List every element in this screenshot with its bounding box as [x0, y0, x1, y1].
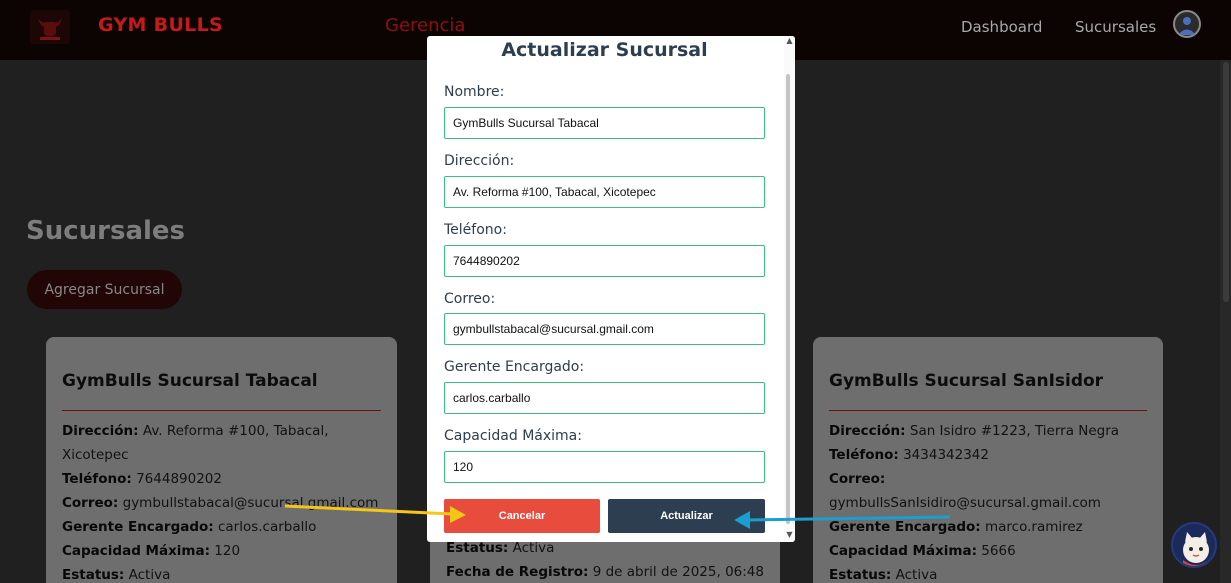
card-telefono-label: Teléfono:	[829, 447, 899, 463]
branch-card: GymBulls Sucursal Tabacal Dirección: Av.…	[46, 337, 397, 583]
card-gerente: Gerente Encargado: marco.ramirez	[829, 515, 1147, 539]
telefono-label: Teléfono:	[444, 222, 507, 238]
card-correo-value: gymbullstabacal@sucursal.gmail.com	[118, 495, 379, 511]
bull-logo-icon[interactable]	[30, 10, 70, 44]
card-telefono: Teléfono: 3434342342	[829, 443, 1147, 467]
card-direccion-value: San Isidro #1223, Tierra Negra	[905, 423, 1120, 439]
card-estatus-label: Estatus:	[62, 567, 125, 583]
telefono-input[interactable]	[444, 245, 765, 277]
gerente-input[interactable]	[444, 382, 765, 414]
capacidad-input[interactable]	[444, 451, 765, 483]
add-branch-button[interactable]: Agregar Sucursal	[27, 270, 182, 309]
card-correo: Correo:	[829, 467, 1147, 491]
branch-card: GymBulls Sucursal SanIsidor Dirección: S…	[813, 337, 1163, 583]
nombre-label: Nombre:	[444, 84, 505, 100]
correo-input[interactable]	[444, 313, 765, 345]
card-gerente-value: carlos.carballo	[213, 519, 317, 535]
card-estatus-value: Activa	[124, 567, 171, 583]
card-title: GymBulls Sucursal Tabacal	[62, 371, 318, 391]
card-gerente-label: Gerente Encargado:	[829, 519, 981, 535]
card-fecha-label: Fecha de Registro:	[446, 564, 589, 580]
card-correo: Correo: gymbullstabacal@sucursal.gmail.c…	[62, 491, 381, 515]
user-avatar-icon[interactable]	[1173, 10, 1201, 38]
card-telefono-label: Teléfono:	[62, 471, 132, 487]
direccion-input[interactable]	[444, 176, 765, 208]
nombre-input[interactable]	[444, 107, 765, 139]
modal-scrollbar-thumb[interactable]	[786, 74, 790, 524]
card-capacidad-value: 5666	[977, 543, 1016, 559]
card-fecha-registro: Fecha de Registro: 9 de abril de 2025, 0…	[446, 560, 770, 583]
card-estatus-label: Estatus:	[829, 567, 892, 583]
brand-name[interactable]: GYM BULLS	[98, 14, 223, 36]
card-gerente: Gerente Encargado: carlos.carballo	[62, 515, 381, 539]
card-correo-label: Correo:	[62, 495, 119, 511]
card-telefono-value: 3434342342	[898, 447, 989, 463]
card-direccion-value: Av. Reforma #100, Tabacal,	[138, 423, 329, 439]
nav-link-dashboard[interactable]: Dashboard	[961, 18, 1042, 36]
section-title: Gerencia	[385, 15, 466, 36]
cancel-button[interactable]: Cancelar	[444, 499, 600, 533]
card-capacidad-label: Capacidad Máxima:	[62, 543, 211, 559]
gerente-label: Gerente Encargado:	[444, 359, 585, 375]
card-correo-label: Correo:	[829, 471, 886, 487]
card-estatus-value: Activa	[891, 567, 938, 583]
card-gerente-value: marco.ramirez	[980, 519, 1083, 535]
card-telefono-value: 7644890202	[131, 471, 222, 487]
update-button[interactable]: Actualizar	[608, 499, 765, 533]
card-title: GymBulls Sucursal SanIsidor	[829, 371, 1104, 391]
card-fecha-value: 9 de abril de 2025, 06:48	[588, 564, 764, 580]
update-branch-modal: Actualizar Sucursal Nombre: Dirección: T…	[427, 36, 795, 542]
card-estatus: Estatus: Activa	[62, 563, 381, 583]
chevron-down-icon[interactable]: ▼	[784, 530, 795, 539]
correo-label: Correo:	[444, 291, 496, 307]
card-capacidad-value: 120	[210, 543, 241, 559]
card-divider	[62, 410, 381, 411]
card-capacidad-label: Capacidad Máxima:	[829, 543, 978, 559]
chevron-up-icon[interactable]: ▲	[784, 36, 795, 45]
card-gerente-label: Gerente Encargado:	[62, 519, 214, 535]
cat-mascot-icon[interactable]	[1171, 522, 1217, 568]
card-telefono: Teléfono: 7644890202	[62, 467, 381, 491]
card-capacidad: Capacidad Máxima: 120	[62, 539, 381, 563]
card-direccion: Dirección: San Isidro #1223, Tierra Negr…	[829, 419, 1147, 443]
modal-scrollbar[interactable]: ▲ ▼	[784, 36, 795, 542]
card-estatus-label: Estatus:	[446, 540, 509, 556]
nav-link-sucursales[interactable]: Sucursales	[1075, 18, 1156, 36]
card-capacidad: Capacidad Máxima: 5666	[829, 539, 1147, 563]
direccion-label: Dirección:	[444, 153, 515, 169]
card-estatus-value: Activa	[508, 540, 555, 556]
card-direccion-label: Dirección:	[62, 423, 139, 439]
card-direccion: Dirección: Av. Reforma #100, Tabacal,	[62, 419, 381, 443]
page-scrollbar-thumb[interactable]	[1223, 62, 1229, 302]
card-estatus: Estatus: Activa	[829, 563, 1147, 583]
card-direccion-label: Dirección:	[829, 423, 906, 439]
modal-title: Actualizar Sucursal	[501, 39, 708, 61]
card-correo-value: gymbullsSanIsidiro@sucursal.gmail.com	[829, 495, 1101, 511]
card-direccion-line2: Xicotepec	[62, 447, 129, 463]
page-title: Sucursales	[26, 216, 186, 246]
card-divider	[829, 410, 1147, 411]
capacidad-label: Capacidad Máxima:	[444, 428, 582, 444]
